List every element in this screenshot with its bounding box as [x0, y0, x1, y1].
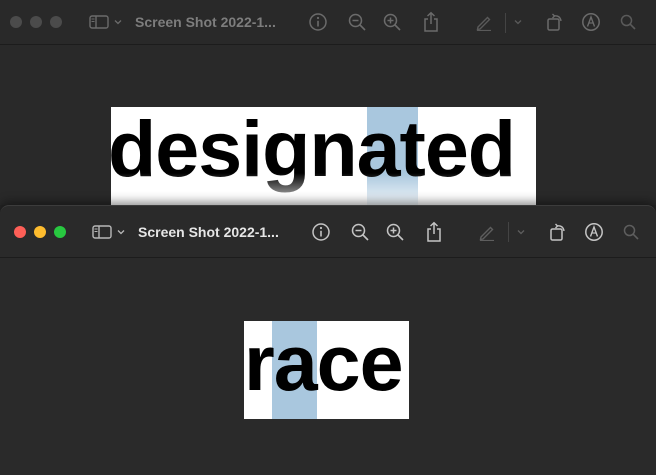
chevron-down-icon[interactable]	[112, 0, 124, 44]
share-icon[interactable]	[420, 0, 442, 44]
screenshot-image[interactable]: race	[244, 321, 409, 419]
chevron-down-icon[interactable]	[512, 0, 524, 44]
zoom-in-icon[interactable]	[381, 0, 403, 44]
window-toolbar: Screen Shot 2022-1...	[0, 0, 656, 45]
screenshot-image[interactable]: designated	[111, 107, 536, 205]
close-window-button[interactable]	[14, 225, 26, 238]
zoom-window-button[interactable]	[50, 16, 62, 28]
search-icon[interactable]	[621, 206, 641, 257]
toolbar-separator	[508, 222, 509, 242]
toolbar-separator	[505, 13, 506, 33]
markup-pen-icon[interactable]	[477, 206, 497, 257]
chevron-down-icon[interactable]	[115, 206, 127, 257]
info-icon[interactable]	[310, 206, 332, 257]
sidebar-icon[interactable]	[88, 0, 110, 44]
rotate-icon[interactable]	[548, 206, 568, 257]
preview-window-foreground[interactable]: Screen Shot 2022-1... race	[0, 205, 656, 475]
traffic-lights	[14, 206, 66, 257]
traffic-lights	[10, 0, 62, 44]
preview-window-background[interactable]: Screen Shot 2022-1... designated	[0, 0, 656, 205]
sidebar-icon[interactable]	[91, 206, 113, 257]
info-icon[interactable]	[307, 0, 329, 44]
image-fade	[111, 173, 536, 205]
minimize-window-button[interactable]	[30, 16, 42, 28]
zoom-out-icon[interactable]	[346, 0, 368, 44]
window-title: Screen Shot 2022-1...	[135, 14, 276, 30]
zoom-in-icon[interactable]	[384, 206, 406, 257]
markup-pen-icon[interactable]	[474, 0, 494, 44]
chevron-down-icon[interactable]	[515, 206, 527, 257]
minimize-window-button[interactable]	[34, 225, 46, 238]
window-title: Screen Shot 2022-1...	[138, 223, 279, 240]
window-toolbar: Screen Shot 2022-1...	[0, 206, 656, 258]
markup-icon[interactable]	[580, 0, 602, 44]
search-icon[interactable]	[618, 0, 638, 44]
zoom-out-icon[interactable]	[349, 206, 371, 257]
share-icon[interactable]	[423, 206, 445, 257]
zoom-window-button[interactable]	[54, 225, 66, 238]
markup-icon[interactable]	[583, 206, 605, 257]
image-text: race	[244, 321, 404, 407]
rotate-icon[interactable]	[545, 0, 565, 44]
close-window-button[interactable]	[10, 16, 22, 28]
